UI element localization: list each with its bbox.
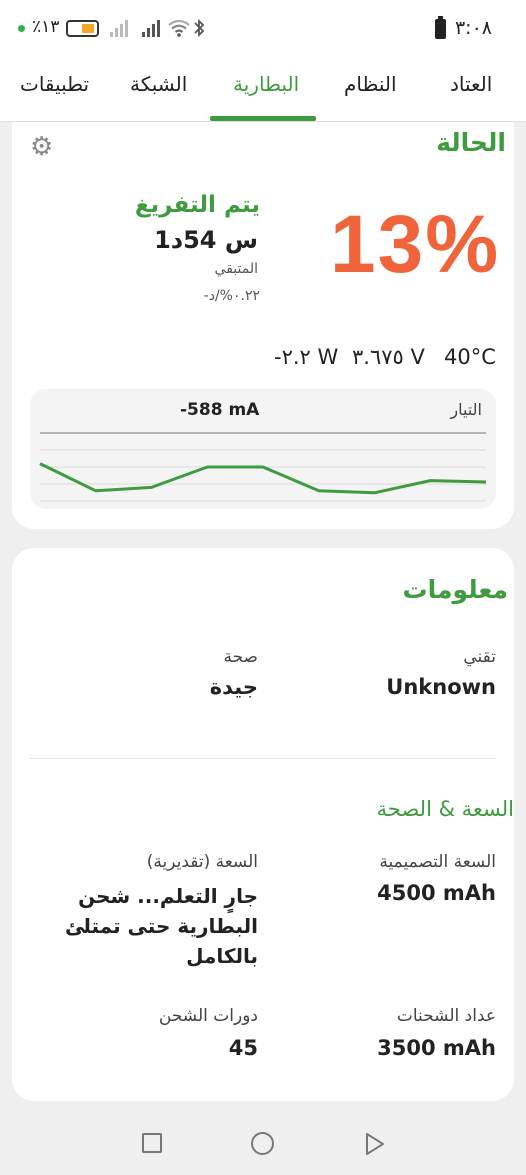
wifi-icon <box>168 19 190 37</box>
power-value: -٢.٢ W <box>274 345 339 369</box>
info-title: معلومات <box>402 575 508 604</box>
back-button[interactable] <box>364 1132 386 1156</box>
charge-cycles-label: دورات الشحن <box>158 1006 258 1026</box>
design-capacity-label: السعة التصميمية <box>379 852 496 872</box>
battery-percent: ٪١٣ <box>32 17 60 37</box>
remaining-time: 1س 54د <box>154 226 258 254</box>
health-value: جيدة <box>209 675 258 699</box>
tab-bar: تطبيقات الشبكة البطارية النظام العتاد <box>0 58 526 122</box>
status-title: الحالة <box>436 128 506 157</box>
remaining-label: المتبقي <box>214 261 258 277</box>
navigation-bar <box>0 1113 526 1175</box>
voltage-value: ٣.٦٧٥ V <box>352 345 425 369</box>
charging-state: يتم التفريغ <box>134 192 260 218</box>
signal-icon <box>110 19 128 37</box>
battery-icon <box>66 20 99 37</box>
battery-status-icon <box>435 16 446 39</box>
capacity-health-title: السعة & الصحة <box>376 797 514 821</box>
current-series-line <box>39 462 487 495</box>
tab-hardware[interactable]: العتاد <box>450 72 492 96</box>
bluetooth-icon <box>194 18 205 38</box>
charge-counter-label: عداد الشحنات <box>396 1006 496 1026</box>
gear-icon[interactable]: ⚙ <box>30 134 53 160</box>
tab-battery[interactable]: البطارية <box>233 72 299 96</box>
status-bar: ٪١٣ ٣:٠٨ <box>0 0 526 58</box>
tab-network[interactable]: الشبكة <box>130 72 187 96</box>
battery-level: 13% <box>330 199 501 290</box>
tab-system[interactable]: النظام <box>344 72 397 96</box>
home-button[interactable] <box>251 1132 274 1155</box>
technology-value: Unknown <box>386 675 496 699</box>
health-label: صحة <box>223 647 258 667</box>
current-line-chart <box>39 432 487 502</box>
design-capacity-value: 4500 mAh <box>377 881 496 905</box>
discharge-rate: -٠.٢٢%/د <box>203 288 260 304</box>
temperature-value: 40°C <box>444 345 496 369</box>
current-label: التيار <box>450 400 482 419</box>
notification-dot-icon <box>18 25 25 32</box>
charge-counter-value: 3500 mAh <box>377 1036 496 1060</box>
tab-apps[interactable]: تطبيقات <box>20 72 89 96</box>
estimated-capacity-value: جارٍ التعلم... شحن البطارية حتى تمتلئ با… <box>65 884 258 968</box>
signal-icon <box>142 19 160 37</box>
current-value: -588 mA <box>180 400 260 420</box>
clock: ٣:٠٨ <box>454 17 492 39</box>
divider <box>30 758 496 759</box>
recents-button[interactable] <box>142 1133 162 1153</box>
technology-label: تقني <box>463 647 496 667</box>
active-tab-indicator <box>210 116 316 121</box>
charge-cycles-value: 45 <box>228 1036 258 1060</box>
estimated-capacity-label: السعة (تقديرية) <box>146 852 258 872</box>
